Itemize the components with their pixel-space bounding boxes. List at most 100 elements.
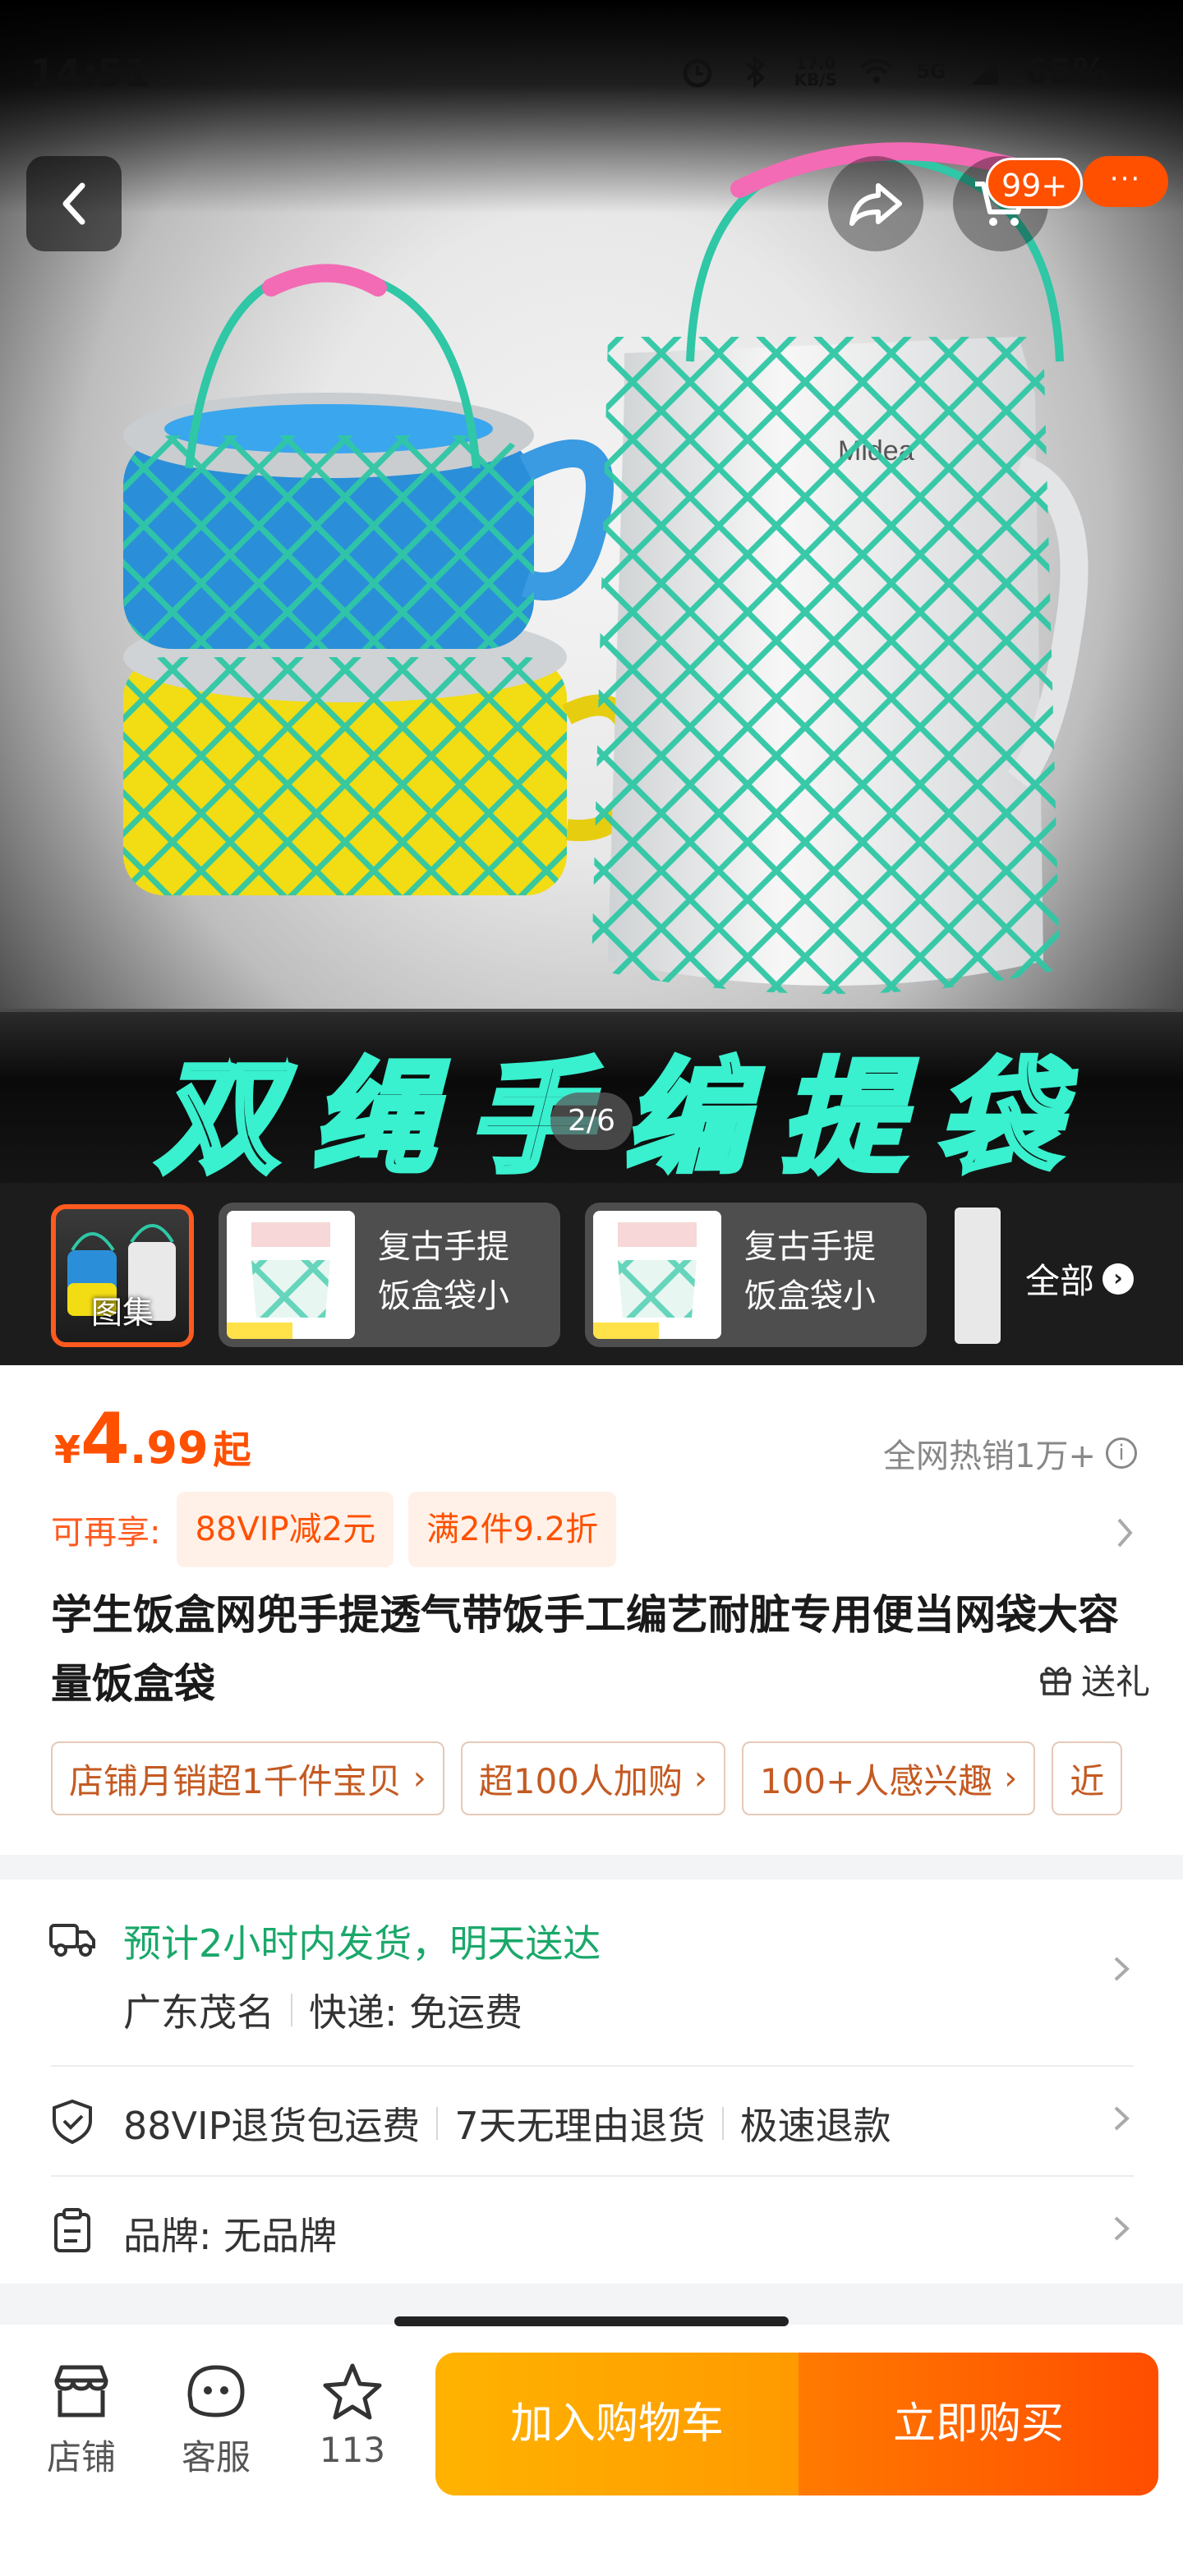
net-speed-unit: KB/S (794, 69, 838, 90)
thumbnail-text-line2: 饭盒袋小 (378, 1277, 509, 1315)
thumbnail-text: 复古手提 饭盒袋小 (744, 1222, 876, 1321)
chevron-right-icon: › (412, 1760, 426, 1797)
clipboard-icon (54, 2208, 90, 2252)
add-to-cart-button[interactable]: 加入购物车 (435, 2353, 799, 2496)
product-image: Midea (123, 142, 1089, 994)
product-info-card: ¥ 4 .99 起 全网热销1万+ i 可再享: 88VIP减2元 满2件9.2… (0, 1365, 1183, 1855)
highlight-chip[interactable]: 店铺月销超1千件宝贝 › (51, 1741, 444, 1815)
chevron-right-icon (1114, 1957, 1130, 1981)
shop-button[interactable]: 店铺 (28, 2362, 135, 2480)
highlight-chip[interactable]: 100+人感兴趣 › (741, 1741, 1036, 1815)
shipping-origin: 广东茂名 (123, 1990, 274, 2035)
thumbnail-image (593, 1211, 721, 1339)
signal-icon (967, 53, 1003, 90)
net-speed: 17.0 KB/S (794, 55, 837, 88)
returns-row[interactable]: 88VIP退货包运费 7天无理由退货 极速退款 (0, 2067, 1183, 2175)
thumbnail-card[interactable]: 复古手提 饭盒袋小 (219, 1203, 560, 1347)
star-icon (323, 2363, 382, 2420)
brand-row[interactable]: 品牌: 无品牌 (0, 2177, 1183, 2284)
thumbnail-text-line2: 饭盒袋小 (744, 1277, 876, 1315)
view-all-button[interactable]: 全部 › (1025, 1254, 1135, 1304)
gift-button[interactable]: 送礼 (1038, 1654, 1150, 1704)
promo-tag-discount[interactable]: 满2件9.2折 (408, 1492, 617, 1567)
highlight-chip-label: 超100人加购 (478, 1760, 683, 1801)
highlight-chip-label: 店铺月销超1千件宝贝 (69, 1760, 402, 1801)
status-bar: 14:51 17.0 KB/S 5G 65% (0, 0, 1183, 148)
favorite-button[interactable]: 113 (299, 2362, 406, 2470)
battery-level: 65% (1024, 51, 1107, 91)
bottom-action-bar: 店铺 客服 113 加入购物车 立即购买 (0, 2325, 1183, 2576)
cart-count-badge: 99+ (986, 158, 1084, 209)
returns-info: 88VIP退货包运费 7天无理由退货 极速退款 (123, 2096, 891, 2150)
share-icon (849, 183, 902, 226)
status-indicators: 17.0 KB/S 5G 65% (679, 51, 1107, 91)
divider (291, 1994, 292, 2026)
price-suffix: 起 (213, 1428, 251, 1472)
chevron-right-icon: › (1102, 1263, 1135, 1295)
more-button[interactable]: ··· (1083, 156, 1168, 207)
gift-icon (1040, 1666, 1071, 1695)
store-icon (54, 2365, 108, 2417)
highlight-chip[interactable]: 近 (1052, 1741, 1123, 1815)
chat-face-icon (187, 2365, 245, 2417)
highlight-chip-label: 100+人感兴趣 (759, 1760, 993, 1801)
thumbnail-gallery[interactable]: 图集 (51, 1204, 194, 1347)
favorite-count: 113 (319, 2430, 386, 2470)
home-indicator[interactable] (394, 2316, 789, 2326)
highlight-chip[interactable]: 超100人加购 › (460, 1741, 725, 1815)
info-icon: i (1106, 1438, 1137, 1469)
thumbnail-image (227, 1211, 355, 1339)
chevron-right-icon[interactable] (1114, 1516, 1135, 1549)
thumbnail-partial[interactable] (955, 1208, 1001, 1344)
price-currency: ¥ (54, 1428, 81, 1472)
sales-text: 全网热销1万+ (883, 1438, 1096, 1475)
share-button[interactable] (828, 156, 923, 251)
highlight-chips[interactable]: 店铺月销超1千件宝贝 › 超100人加购 › 100+人感兴趣 › 近 (51, 1741, 1183, 1820)
thumbnail-text: 复古手提 饭盒袋小 (378, 1222, 509, 1321)
divider (721, 2107, 724, 2140)
product-gallery[interactable]: Midea 14:51 17.0 KB/S 5G 65% (0, 0, 1183, 1183)
thumbnail-strip[interactable]: 图集 复古手提 饭盒袋小 复古手提 饭盒袋小 全部 › (0, 1183, 1183, 1365)
promo-lead: 可再享: (51, 1514, 161, 1552)
highlight-chip-label: 近 (1070, 1760, 1105, 1801)
return-policy-2: 7天无理由退货 (454, 2104, 706, 2148)
chevron-left-icon (62, 182, 85, 225)
shop-label: 店铺 (46, 2437, 116, 2477)
promotion-row[interactable]: 可再享: 88VIP减2元 满2件9.2折 (51, 1492, 631, 1567)
price-integer: 4 (81, 1398, 130, 1480)
shipping-express: 快递: 免运费 (309, 1990, 523, 2035)
shipping-info: 广东茂名 快递: 免运费 (123, 1983, 522, 2037)
promo-tag-vip[interactable]: 88VIP减2元 (177, 1492, 394, 1567)
sales-count[interactable]: 全网热销1万+ i (883, 1429, 1137, 1477)
back-button[interactable] (26, 156, 122, 251)
buy-now-button[interactable]: 立即购买 (799, 2353, 1158, 2496)
gallery-page-indicator: 2/6 (550, 1092, 633, 1150)
chevron-right-icon (1114, 2216, 1130, 2241)
service-label: 客服 (181, 2437, 251, 2477)
status-time: 14:51 (30, 51, 150, 95)
shield-check-icon (53, 2099, 92, 2145)
truck-icon (49, 1924, 95, 1957)
chevron-right-icon: › (693, 1760, 707, 1797)
view-all-label: 全部 (1025, 1261, 1095, 1301)
brand-info: 品牌: 无品牌 (123, 2214, 338, 2258)
return-policy-1: 88VIP退货包运费 (123, 2104, 421, 2148)
thumbnail-text-line1: 复古手提 (744, 1228, 876, 1266)
alarm-icon (679, 53, 716, 90)
chevron-right-icon: › (1004, 1760, 1018, 1797)
wifi-icon (858, 53, 895, 90)
divider (436, 2107, 439, 2140)
price-decimal: .99 (129, 1422, 209, 1474)
delivery-row[interactable]: 预计2小时内发货，明天送达 广东茂名 快递: 免运费 (0, 1879, 1183, 2067)
thumbnail-card[interactable]: 复古手提 饭盒袋小 (585, 1203, 927, 1347)
price: ¥ 4 .99 起 (54, 1398, 251, 1480)
thumbnail-text-line1: 复古手提 (378, 1228, 509, 1266)
service-card: 预计2小时内发货，明天送达 广东茂名 快递: 免运费 88VIP退货包运费 7天… (0, 1879, 1183, 2284)
thumbnail-gallery-label: 图集 (90, 1295, 154, 1331)
return-policy-3: 极速退款 (739, 2104, 891, 2148)
customer-service-button[interactable]: 客服 (163, 2362, 269, 2480)
bluetooth-icon (737, 53, 773, 90)
delivery-estimate: 预计2小时内发货，明天送达 (123, 1921, 601, 1966)
chevron-right-icon (1114, 2106, 1130, 2131)
product-title: 学生饭盒网兜手提透气带饭手工编艺耐脏专用便当网袋大容量饭盒袋 (51, 1591, 1119, 1708)
